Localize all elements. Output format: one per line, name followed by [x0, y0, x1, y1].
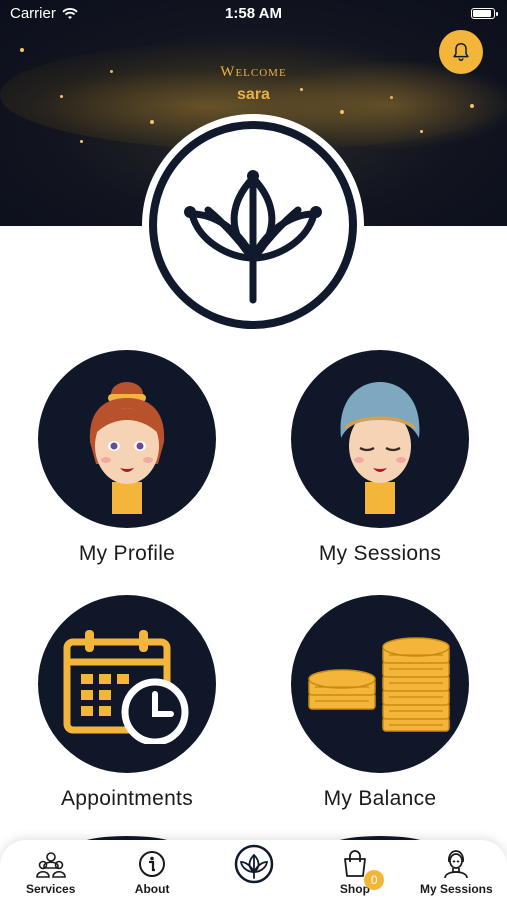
cart-count-badge: 0	[364, 870, 385, 890]
tile-label: Appointments	[60, 787, 193, 810]
welcome-text: Welcome	[220, 64, 287, 80]
woman-avatar-icon	[38, 350, 216, 528]
tab-label: My Sessions	[419, 882, 493, 896]
coins-icon	[291, 595, 469, 773]
tile-label: My Sessions	[318, 542, 442, 565]
battery-icon	[471, 8, 498, 19]
bell-icon	[453, 43, 469, 61]
woman-towel-avatar-icon	[291, 350, 469, 528]
status-bar: Carrier 1:58 AM	[0, 0, 507, 28]
group-people-icon	[35, 852, 66, 878]
lotus-logo-icon	[184, 170, 322, 304]
app-root: Carrier 1:58 AM Welcome sara My Profile …	[0, 0, 507, 900]
tab-my-sessions[interactable]: My Sessions	[406, 840, 507, 900]
tab-about[interactable]: About	[101, 840, 202, 900]
notifications-button[interactable]	[439, 30, 483, 74]
tab-shop[interactable]: Shop 0	[304, 840, 405, 900]
tab-home[interactable]	[203, 840, 304, 900]
tile-label: My Profile	[78, 542, 176, 565]
tile-appointments[interactable]: Appointments	[27, 595, 227, 811]
status-time: 1:58 AM	[225, 5, 282, 22]
lotus-logo-icon	[234, 844, 273, 884]
tab-label: Services	[26, 882, 76, 896]
tile-my-sessions[interactable]: My Sessions	[280, 350, 480, 566]
tile-label: My Balance	[323, 787, 437, 810]
tab-services[interactable]: Services	[0, 840, 101, 900]
tab-label: About	[134, 882, 170, 896]
calendar-clock-icon	[38, 595, 216, 773]
shopping-bag-icon	[344, 850, 366, 877]
brand-logo	[142, 114, 364, 336]
info-icon	[139, 851, 166, 877]
tile-my-balance[interactable]: My Balance	[280, 595, 480, 811]
tile-my-profile[interactable]: My Profile	[27, 350, 227, 566]
username: sara	[237, 86, 270, 103]
user-profile-icon	[444, 850, 469, 879]
bottom-tab-bar: Services About Shop 0 My Sessions	[0, 840, 507, 900]
